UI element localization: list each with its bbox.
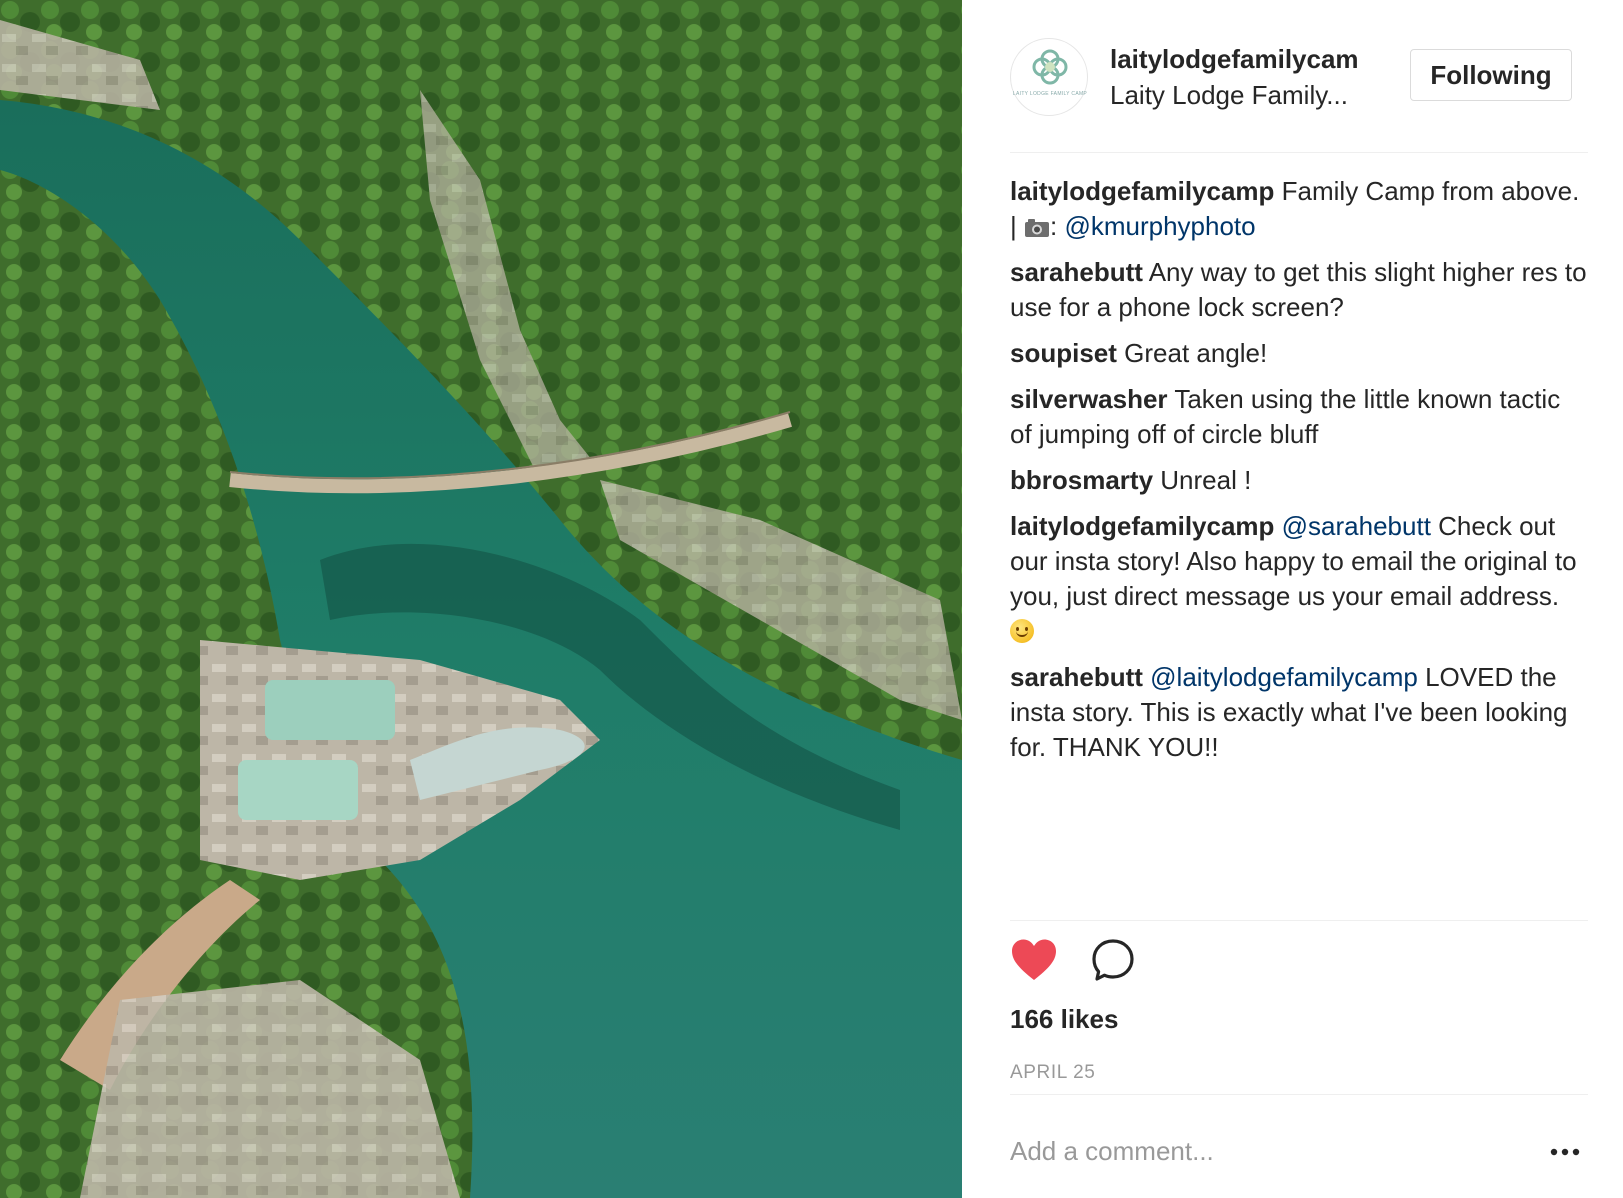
- comment-item: sarahebutt Any way to get this slight hi…: [1010, 255, 1588, 325]
- actions-divider: [1010, 920, 1588, 921]
- comments-list: laitylodgefamilycamp Family Camp from ab…: [1010, 174, 1588, 776]
- laity-lodge-logo-icon: [1032, 49, 1068, 85]
- comment-mention[interactable]: @sarahebutt: [1282, 511, 1431, 541]
- comment-item: sarahebutt @laitylodgefamilycamp LOVED t…: [1010, 660, 1588, 765]
- post-actions: [1010, 938, 1588, 988]
- comment-username[interactable]: laitylodgefamilycamp: [1010, 511, 1274, 541]
- comment-item: laitylodgefamilycamp @sarahebutt Check o…: [1010, 509, 1588, 649]
- avatar-text: LAITY LODGE FAMILY CAMP: [1012, 91, 1088, 97]
- post-header: LAITY LODGE FAMILY CAMP laitylodgefamily…: [1010, 38, 1588, 118]
- caption: laitylodgefamilycamp Family Camp from ab…: [1010, 174, 1588, 244]
- photo-river-canyon: [0, 0, 962, 1198]
- post-photo[interactable]: [0, 0, 962, 1198]
- comment-item: soupiset Great angle!: [1010, 336, 1588, 371]
- comment-icon[interactable]: [1090, 938, 1136, 984]
- comment-username[interactable]: sarahebutt: [1010, 662, 1143, 692]
- add-comment-input[interactable]: Add a comment...: [1010, 1136, 1510, 1167]
- more-options-icon[interactable]: [1550, 1148, 1580, 1156]
- post-date[interactable]: APRIL 25: [1010, 1062, 1095, 1084]
- comment-text: Unreal !: [1153, 465, 1252, 495]
- comment-username[interactable]: sarahebutt: [1010, 257, 1143, 287]
- comment-item: bbrosmarty Unreal !: [1010, 463, 1588, 498]
- smile-emoji-icon: [1010, 619, 1034, 643]
- likes-count[interactable]: 166 likes: [1010, 1004, 1118, 1035]
- avatar[interactable]: LAITY LODGE FAMILY CAMP: [1010, 38, 1088, 116]
- comment-text: Great angle!: [1116, 338, 1268, 368]
- caption-mention[interactable]: @kmurphyphoto: [1064, 211, 1255, 241]
- heart-icon[interactable]: [1010, 938, 1058, 982]
- comment-username[interactable]: bbrosmarty: [1010, 465, 1153, 495]
- post-side-panel: LAITY LODGE FAMILY CAMP laitylodgefamily…: [962, 0, 1623, 1198]
- comment-box-divider: [1010, 1094, 1588, 1095]
- following-button[interactable]: Following: [1410, 49, 1572, 101]
- comment-mention[interactable]: @laitylodgefamilycamp: [1150, 662, 1418, 692]
- post-username[interactable]: laitylodgefamilycam: [1110, 44, 1382, 75]
- comment-username[interactable]: silverwasher: [1010, 384, 1168, 414]
- comment-item: silverwasher Taken using the little know…: [1010, 382, 1588, 452]
- header-divider: [1010, 152, 1588, 153]
- comment-username[interactable]: soupiset: [1010, 338, 1117, 368]
- camera-icon: [1024, 219, 1049, 237]
- caption-colon: :: [1049, 211, 1065, 241]
- caption-username[interactable]: laitylodgefamilycamp: [1010, 176, 1274, 206]
- post-full-name: Laity Lodge Family...: [1110, 80, 1348, 110]
